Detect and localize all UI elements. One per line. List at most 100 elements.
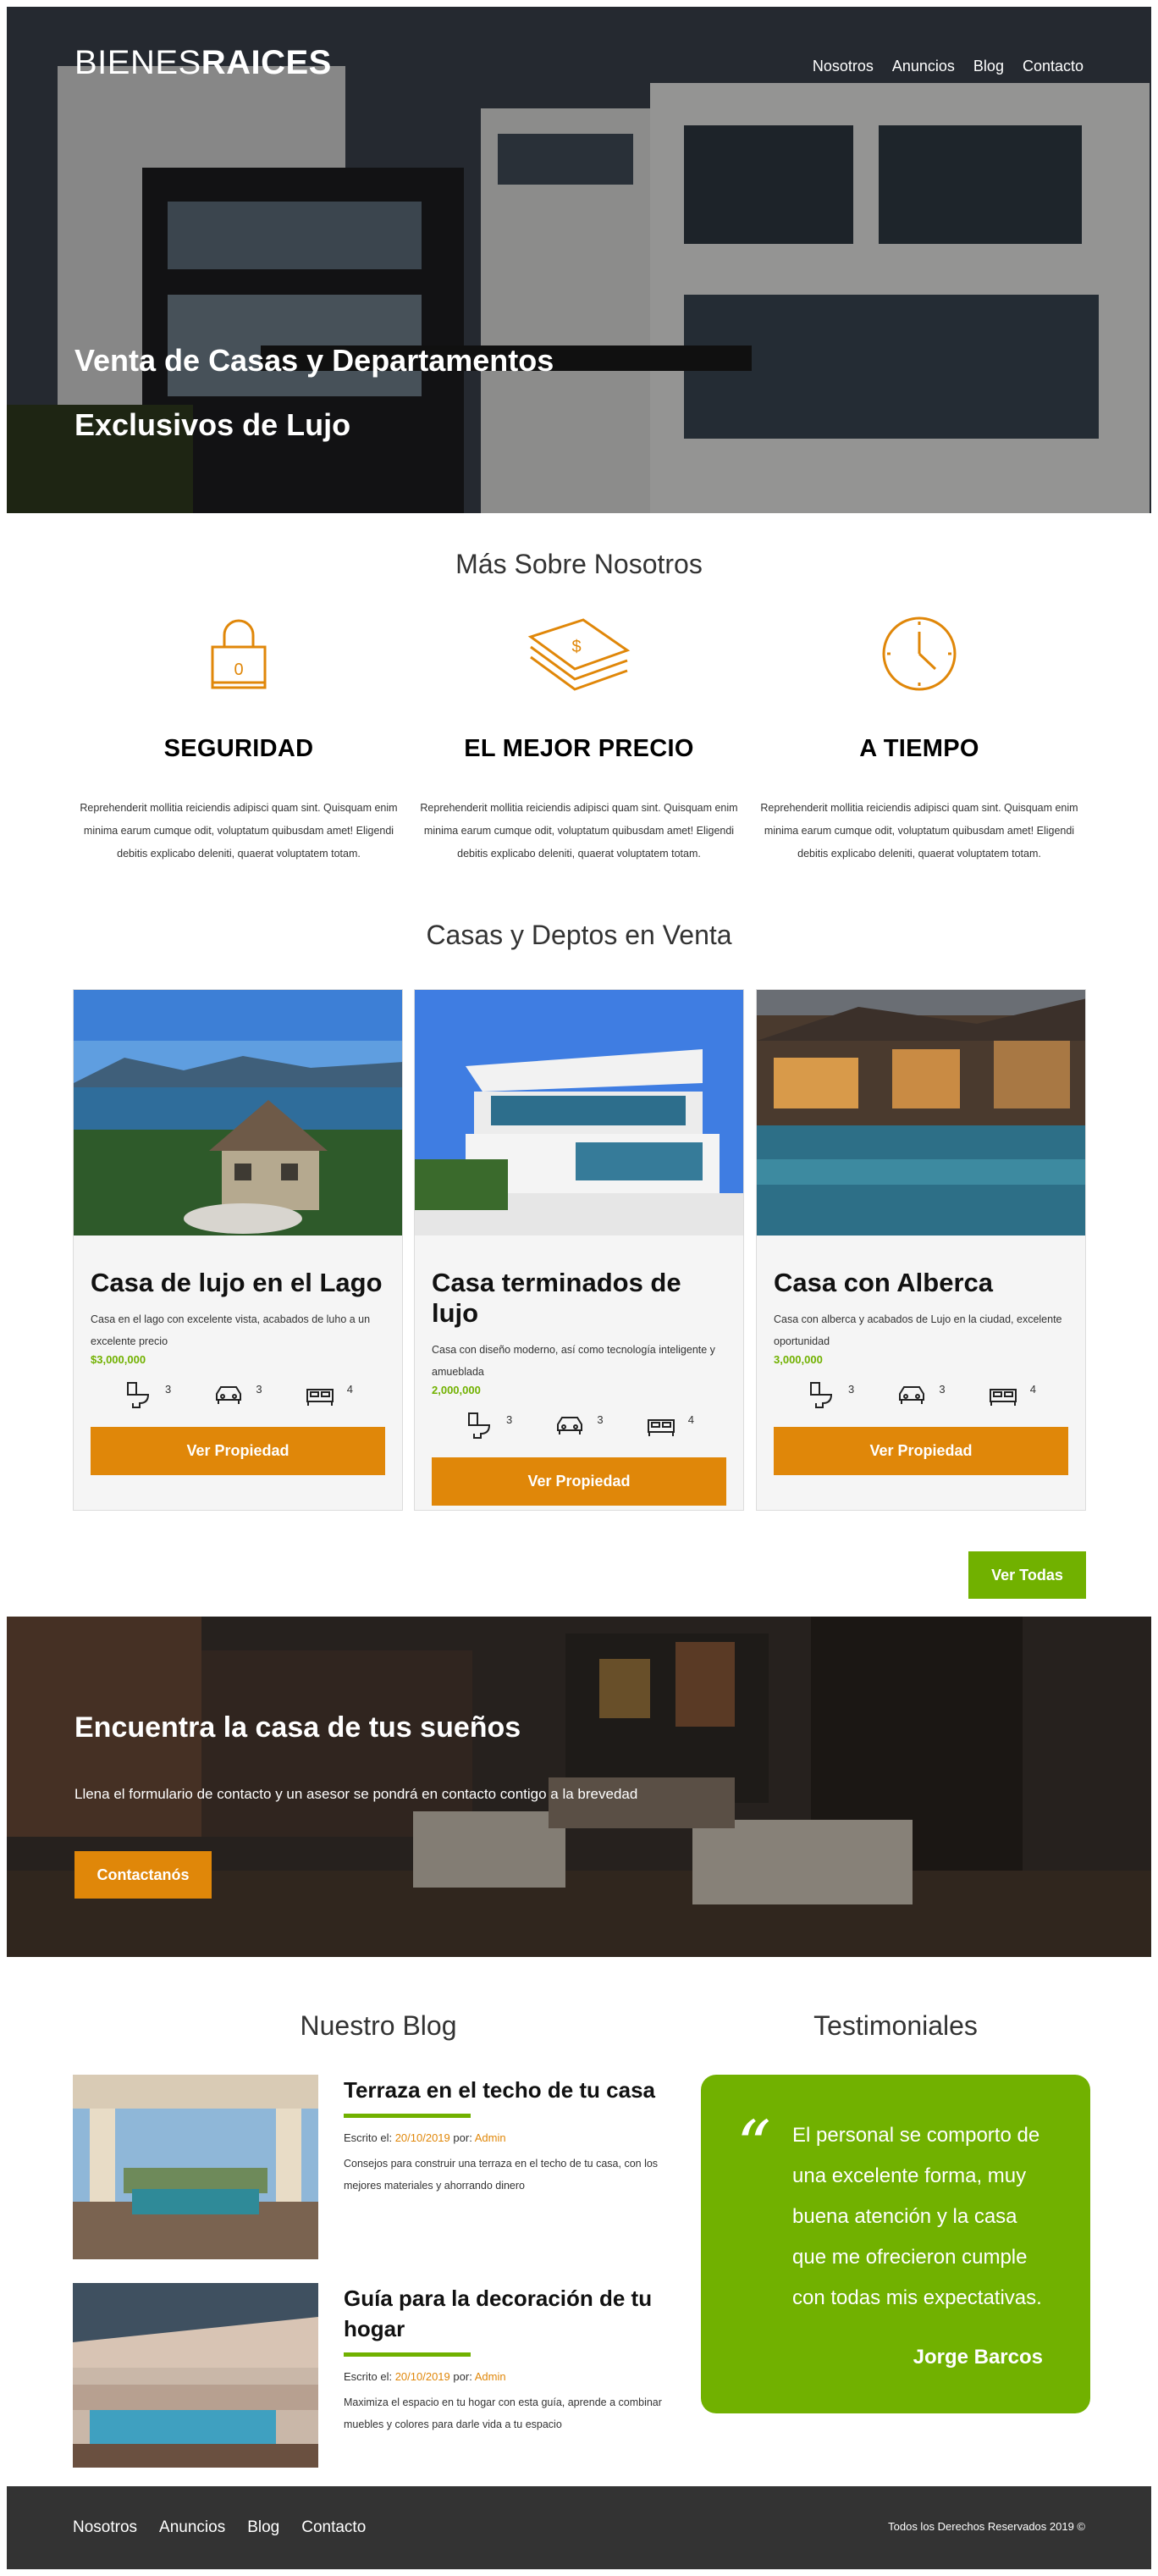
testimonials-title: Testimoniales bbox=[813, 2010, 978, 2041]
feature-on-time: A TIEMPO Reprehenderit mollitia reiciend… bbox=[748, 613, 1090, 865]
blog-entry-title[interactable]: Terraza en el techo de tu casa bbox=[344, 2075, 682, 2105]
feature-price: $ EL MEJOR PRECIO Reprehenderit mollitia… bbox=[408, 613, 750, 865]
footer-link-nosotros[interactable]: Nosotros bbox=[73, 2518, 137, 2537]
footer-link-contacto[interactable]: Contacto bbox=[301, 2518, 366, 2537]
blog-entry-title[interactable]: Guía para la decoración de tu hogar bbox=[344, 2283, 682, 2344]
listing-image-modern-house bbox=[415, 990, 743, 1235]
bed-icon bbox=[989, 1389, 1017, 1406]
hero-header: BIENESRAICES Nosotros Anuncios Blog Cont… bbox=[7, 7, 1151, 513]
blog-author: Admin bbox=[474, 2131, 506, 2144]
toilet-icon bbox=[127, 1382, 150, 1408]
parking-count: 3 bbox=[939, 1383, 946, 1396]
by-label: por: bbox=[453, 2370, 472, 2383]
hero-title: Venta de Casas y Departamentos Exclusivo… bbox=[74, 343, 554, 442]
parking-count: 3 bbox=[256, 1383, 262, 1396]
blog-image-terrace[interactable] bbox=[73, 2075, 318, 2259]
listing-card: Casa de lujo en el Lago Casa en el lago … bbox=[73, 989, 403, 1511]
listing-title: Casa con Alberca bbox=[774, 1268, 994, 1297]
listing-price: $3,000,000 bbox=[91, 1353, 146, 1366]
feature-text: Reprehenderit mollitia reiciendis adipis… bbox=[420, 802, 738, 860]
about-title: Más Sobre Nosotros bbox=[455, 549, 703, 579]
feature-text: Reprehenderit mollitia reiciendis adipis… bbox=[760, 802, 1078, 860]
car-icon bbox=[557, 1417, 583, 1434]
nav-link-contacto[interactable]: Contacto bbox=[1023, 58, 1084, 75]
view-property-button[interactable]: Ver Propiedad bbox=[774, 1427, 1068, 1475]
listings-title: Casas y Deptos en Venta bbox=[426, 920, 732, 950]
feature-title: A TIEMPO bbox=[859, 735, 979, 762]
view-property-button[interactable]: Ver Propiedad bbox=[432, 1457, 726, 1506]
written-label: Escrito el: bbox=[344, 2370, 393, 2383]
listing-description: Casa con diseño moderno, así como tecnol… bbox=[432, 1344, 715, 1378]
blog-excerpt: Consejos para construir una terraza en e… bbox=[344, 2158, 659, 2192]
site-footer: Nosotros Anuncios Blog Contacto Todos lo… bbox=[7, 2486, 1151, 2569]
banner-text: Llena el formulario de contacto y un ase… bbox=[74, 1786, 638, 1802]
listing-card: Casa terminados de lujo Casa con diseño … bbox=[414, 989, 744, 1511]
listing-image-pool-house bbox=[757, 990, 1085, 1235]
money-icon: $ bbox=[527, 618, 631, 691]
listing-features: 3 3 4 bbox=[91, 1379, 385, 1410]
listing-price: 3,000,000 bbox=[774, 1353, 823, 1366]
toilet-icon bbox=[468, 1412, 491, 1439]
footer-nav: Nosotros Anuncios Blog Contacto bbox=[73, 2518, 366, 2537]
nav-link-anuncios[interactable]: Anuncios bbox=[892, 58, 955, 75]
by-label: por: bbox=[453, 2131, 472, 2144]
toilet-icon bbox=[810, 1382, 833, 1408]
bedroom-count: 4 bbox=[346, 1383, 353, 1396]
feature-text: Reprehenderit mollitia reiciendis adipis… bbox=[80, 802, 398, 860]
copyright-text: Todos los Derechos Reservados 2019 © bbox=[888, 2520, 1085, 2533]
bathroom-count: 3 bbox=[506, 1413, 513, 1426]
feature-title: EL MEJOR PRECIO bbox=[464, 735, 694, 762]
listing-description: Casa en el lago con excelente vista, aca… bbox=[91, 1313, 371, 1347]
written-label: Escrito el: bbox=[344, 2131, 393, 2144]
title-underline bbox=[344, 2114, 471, 2118]
car-icon bbox=[899, 1386, 925, 1404]
listing-image-lake-house bbox=[74, 990, 402, 1235]
listing-price: 2,000,000 bbox=[432, 1384, 481, 1396]
nav-link-nosotros[interactable]: Nosotros bbox=[813, 58, 874, 75]
quote-icon: “ bbox=[736, 2106, 771, 2185]
parking-count: 3 bbox=[597, 1413, 604, 1426]
blog-author: Admin bbox=[474, 2370, 506, 2383]
bedroom-count: 4 bbox=[687, 1413, 694, 1426]
site-logo[interactable]: BIENESRAICES bbox=[74, 44, 332, 82]
testimonial-text: El personal se comporto de una excelente… bbox=[792, 2124, 1042, 2309]
blog-image-decoration[interactable] bbox=[73, 2283, 318, 2468]
listing-title: Casa terminados de lujo bbox=[432, 1268, 681, 1328]
feature-title: SEGURIDAD bbox=[163, 735, 314, 762]
title-underline bbox=[344, 2352, 471, 2357]
blog-meta: Escrito el: 20/10/2019 por: Admin bbox=[344, 2370, 682, 2383]
car-icon bbox=[216, 1386, 242, 1404]
view-all-button[interactable]: Ver Todas bbox=[968, 1551, 1086, 1599]
blog-date: 20/10/2019 bbox=[394, 2370, 450, 2383]
blog-date: 20/10/2019 bbox=[394, 2131, 450, 2144]
logo-light-text: BIENES bbox=[74, 44, 201, 81]
listing-features: 3 3 4 bbox=[432, 1410, 726, 1440]
blog-title: Nuestro Blog bbox=[300, 2010, 457, 2041]
clock-icon bbox=[882, 616, 957, 691]
contact-button[interactable]: Contactanós bbox=[74, 1851, 212, 1899]
listing-title: Casa de lujo en el Lago bbox=[91, 1268, 383, 1297]
bathroom-count: 3 bbox=[165, 1383, 172, 1396]
bathroom-count: 3 bbox=[848, 1383, 855, 1396]
bed-icon bbox=[306, 1389, 334, 1406]
svg-text:0: 0 bbox=[234, 661, 243, 679]
feature-security: 0 SEGURIDAD Reprehenderit mollitia reici… bbox=[68, 613, 410, 865]
footer-link-blog[interactable]: Blog bbox=[247, 2518, 279, 2537]
footer-link-anuncios[interactable]: Anuncios bbox=[159, 2518, 225, 2537]
blog-excerpt: Maximiza el espacio en tu hogar con esta… bbox=[344, 2396, 662, 2430]
testimonial-author: Jorge Barcos bbox=[913, 2346, 1043, 2369]
main-nav: Nosotros Anuncios Blog Contacto bbox=[813, 58, 1084, 75]
bed-icon bbox=[647, 1419, 675, 1436]
listing-description: Casa con alberca y acabados de Lujo en l… bbox=[774, 1313, 1062, 1347]
listing-card: Casa con Alberca Casa con alberca y acab… bbox=[756, 989, 1086, 1511]
lock-icon: 0 bbox=[211, 619, 267, 689]
view-property-button[interactable]: Ver Propiedad bbox=[91, 1427, 385, 1475]
nav-link-blog[interactable]: Blog bbox=[973, 58, 1004, 75]
banner-title: Encuentra la casa de tus sueños bbox=[74, 1711, 521, 1744]
logo-bold-text: RAICES bbox=[201, 44, 332, 81]
blog-meta: Escrito el: 20/10/2019 por: Admin bbox=[344, 2131, 682, 2144]
svg-text:$: $ bbox=[571, 638, 581, 656]
testimonial-card: “ El personal se comporto de una excelen… bbox=[701, 2075, 1090, 2413]
contact-banner: Encuentra la casa de tus sueños Llena el… bbox=[7, 1617, 1151, 1957]
listing-features: 3 3 4 bbox=[774, 1379, 1068, 1410]
